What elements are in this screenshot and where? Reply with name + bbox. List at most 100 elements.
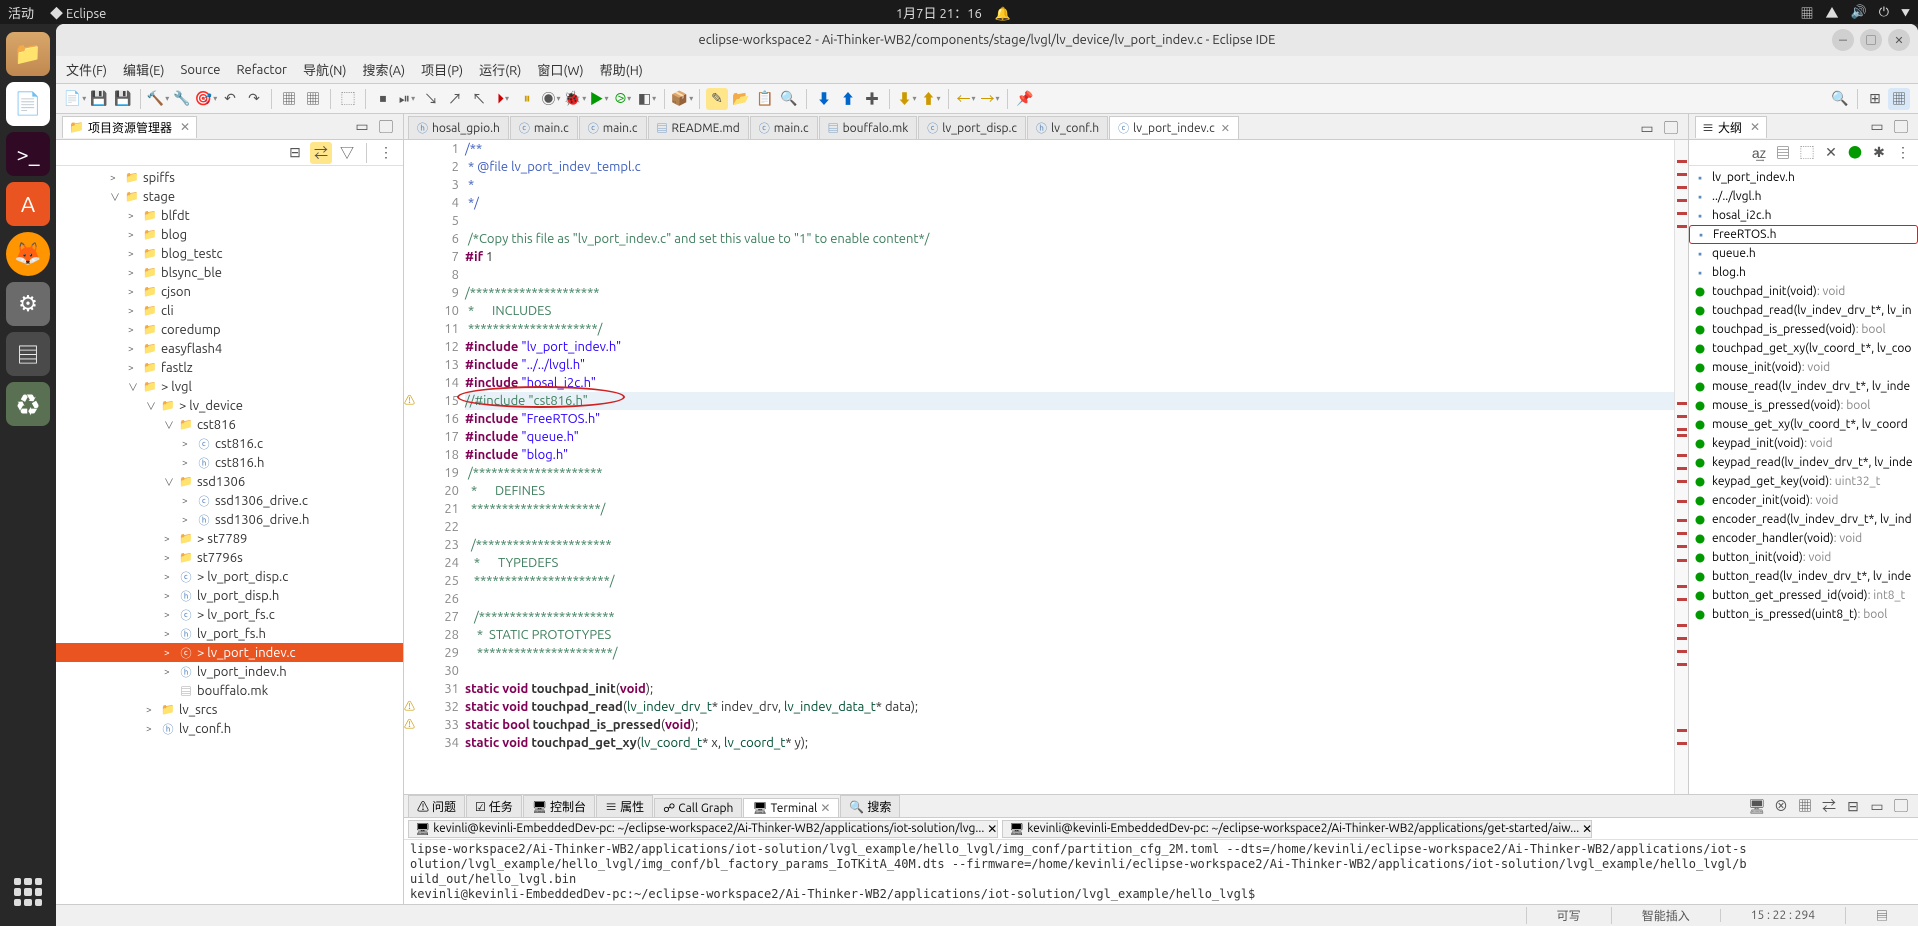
next-ann-button[interactable]: ⬇ — [896, 88, 918, 110]
ol-hide3-button[interactable]: ✕ — [1820, 142, 1842, 164]
undo-button[interactable]: ↶ — [219, 88, 241, 110]
tree-item[interactable]: >ⓒ> lv_port_indev.c — [56, 643, 403, 662]
chevron-down-icon[interactable]: ▼ — [1901, 6, 1910, 19]
editor-tab[interactable]: ▤bouffalo.mk — [819, 116, 918, 139]
outline-tree[interactable]: ▪lv_port_indev.h▪../../lvgl.h▪hosal_i2c.… — [1689, 166, 1918, 794]
menu-item[interactable]: 文件(F) — [66, 60, 107, 79]
dock-settings[interactable]: ⚙ — [6, 282, 50, 326]
run-button[interactable]: ▶ — [588, 88, 610, 110]
editor-tab[interactable]: ⓗlv_conf.h — [1027, 116, 1108, 139]
outline-item[interactable]: ▪queue.h — [1689, 244, 1918, 263]
outline-item[interactable]: ●button_is_pressed(uint8_t) : bool — [1689, 605, 1918, 624]
prev-ann-button[interactable]: ⬆ — [920, 88, 942, 110]
resume-button[interactable]: ⏵ — [492, 88, 514, 110]
bm1-button[interactable]: ⬇ — [813, 88, 835, 110]
panel-max-button[interactable]: ▢ — [375, 116, 397, 138]
editor-max-button[interactable]: ▢ — [1660, 117, 1682, 139]
tree-item[interactable]: >ⓗlv_port_indev.h — [56, 662, 403, 681]
activities-button[interactable]: 活动 — [8, 3, 34, 22]
bottom-tab[interactable]: ☍Call Graph — [654, 798, 742, 817]
ol-sort-button[interactable]: a͢z — [1748, 142, 1770, 164]
coverage-button[interactable]: ◧ — [636, 88, 658, 110]
view-menu-button[interactable]: ⋮ — [375, 142, 397, 164]
new-button[interactable]: 📄 — [64, 88, 86, 110]
tree-item[interactable]: >📁blog_testc — [56, 244, 403, 263]
step2-button[interactable]: ↗ — [444, 88, 466, 110]
stop2-button[interactable]: ⏯ — [396, 88, 418, 110]
editor-min-button[interactable]: ▭ — [1636, 117, 1658, 139]
dock-show-apps[interactable] — [6, 870, 50, 914]
tree-item[interactable]: >📁st7796s — [56, 548, 403, 567]
profile-button[interactable]: ⧁ — [612, 88, 634, 110]
bottom-tab[interactable]: 🖥控制台 — [523, 795, 595, 817]
save-button[interactable]: 💾 — [88, 88, 110, 110]
outline-item[interactable]: ●touchpad_is_pressed(void) : bool — [1689, 320, 1918, 339]
ol-group-button[interactable]: ✱ — [1868, 142, 1890, 164]
menu-item[interactable]: 帮助(H) — [600, 60, 643, 79]
status-menu[interactable]: ▤ — [1845, 907, 1918, 924]
outline-item[interactable]: ▪../../lvgl.h — [1689, 187, 1918, 206]
tree-item[interactable]: ∨📁ssd1306 — [56, 472, 403, 491]
wrench-button[interactable]: 🔧 — [171, 88, 193, 110]
persp-cdt-button[interactable]: ▦ — [1888, 88, 1910, 110]
step3-button[interactable]: ↖ — [468, 88, 490, 110]
minimize-button[interactable]: － — [1832, 29, 1854, 51]
debug-button[interactable]: 🐞 — [564, 88, 586, 110]
menu-item[interactable]: 窗口(W) — [537, 60, 583, 79]
tree-item[interactable]: >📁cjson — [56, 282, 403, 301]
build-button[interactable]: 🔨 — [147, 88, 169, 110]
suspend-button[interactable]: ⏸ — [516, 88, 538, 110]
power-icon[interactable]: ⏻ — [1879, 5, 1889, 20]
bm3-button[interactable]: ✚ — [861, 88, 883, 110]
outline-min-button[interactable]: ▭ — [1866, 116, 1888, 138]
ol-hide4-button[interactable]: ● — [1844, 142, 1866, 164]
tree-item[interactable]: >📁blfdt — [56, 206, 403, 225]
step-button[interactable]: ↘ — [420, 88, 442, 110]
dock-files[interactable]: 📁 — [6, 32, 50, 76]
fwd-button[interactable]: → — [979, 88, 1001, 110]
outline-item[interactable]: ●keypad_init(void) : void — [1689, 434, 1918, 453]
outline-tab[interactable]: ≡ 大纲 ✕ — [1695, 116, 1767, 138]
toggle2-button[interactable]: ▦ — [302, 88, 324, 110]
bm2-button[interactable]: ⬆ — [837, 88, 859, 110]
ol-menu-button[interactable]: ⋮ — [1892, 142, 1914, 164]
tree-item[interactable]: >📁lv_srcs — [56, 700, 403, 719]
menu-item[interactable]: 搜索(A) — [362, 60, 405, 79]
tree-item[interactable]: ∨📁> lvgl — [56, 377, 403, 396]
dock-terminal[interactable]: >_ — [6, 132, 50, 176]
tree-item[interactable]: >ⓒssd1306_drive.c — [56, 491, 403, 510]
editor-tab[interactable]: ⓒmain.c — [510, 116, 578, 139]
tree-item[interactable]: ∨📁cst816 — [56, 415, 403, 434]
outline-item[interactable]: ▪lv_port_indev.h — [1689, 168, 1918, 187]
open-task-button[interactable]: 📋 — [754, 88, 776, 110]
panel-min-button[interactable]: ▭ — [351, 116, 373, 138]
tree-item[interactable]: >ⓒ> lv_port_fs.c — [56, 605, 403, 624]
bottom-tab[interactable]: ☑任务 — [466, 795, 522, 817]
target-button[interactable]: 🎯 — [195, 88, 217, 110]
outline-item[interactable]: ●encoder_read(lv_indev_drv_t*, lv_ind — [1689, 510, 1918, 529]
outline-item[interactable]: ●mouse_get_xy(lv_coord_t*, lv_coord — [1689, 415, 1918, 434]
tree-item[interactable]: >ⓗlv_conf.h — [56, 719, 403, 738]
outline-item[interactable]: ●encoder_init(void) : void — [1689, 491, 1918, 510]
outline-item[interactable]: ●mouse_is_pressed(void) : bool — [1689, 396, 1918, 415]
menu-item[interactable]: 运行(R) — [479, 60, 521, 79]
outline-item[interactable]: ●touchpad_read(lv_indev_drv_t*, lv_in — [1689, 301, 1918, 320]
outline-item[interactable]: ▪FreeRTOS.h — [1689, 225, 1918, 244]
editor-tab[interactable]: ⓒmain.c — [750, 116, 818, 139]
stop-button[interactable]: ⏹ — [372, 88, 394, 110]
project-explorer-tab[interactable]: 📁 项目资源管理器 ✕ — [62, 116, 197, 138]
tree-item[interactable]: >📁blog — [56, 225, 403, 244]
project-tree[interactable]: >📁spiffs∨📁stage>📁blfdt>📁blog>📁blog_testc… — [56, 166, 403, 904]
tree-item[interactable]: >📁easyflash4 — [56, 339, 403, 358]
outline-item[interactable]: ●touchpad_get_xy(lv_coord_t*, lv_coo — [1689, 339, 1918, 358]
editor-tab[interactable]: ▤README.md — [648, 116, 749, 139]
app-indicator[interactable]: ◆ Eclipse — [50, 3, 106, 22]
dock-firefox[interactable]: 🦊 — [6, 232, 50, 276]
outline-item[interactable]: ●button_init(void) : void — [1689, 548, 1918, 567]
quick-access-button[interactable]: 🔍 — [1829, 88, 1851, 110]
link-editor-button[interactable]: ⇄ — [310, 142, 332, 164]
editor-tab[interactable]: ⓗhosal_gpio.h — [408, 116, 509, 139]
tree-item[interactable]: >📁spiffs — [56, 168, 403, 187]
bottom-tab[interactable]: 🔍搜索 — [840, 795, 900, 817]
tree-item[interactable]: >ⓗssd1306_drive.h — [56, 510, 403, 529]
